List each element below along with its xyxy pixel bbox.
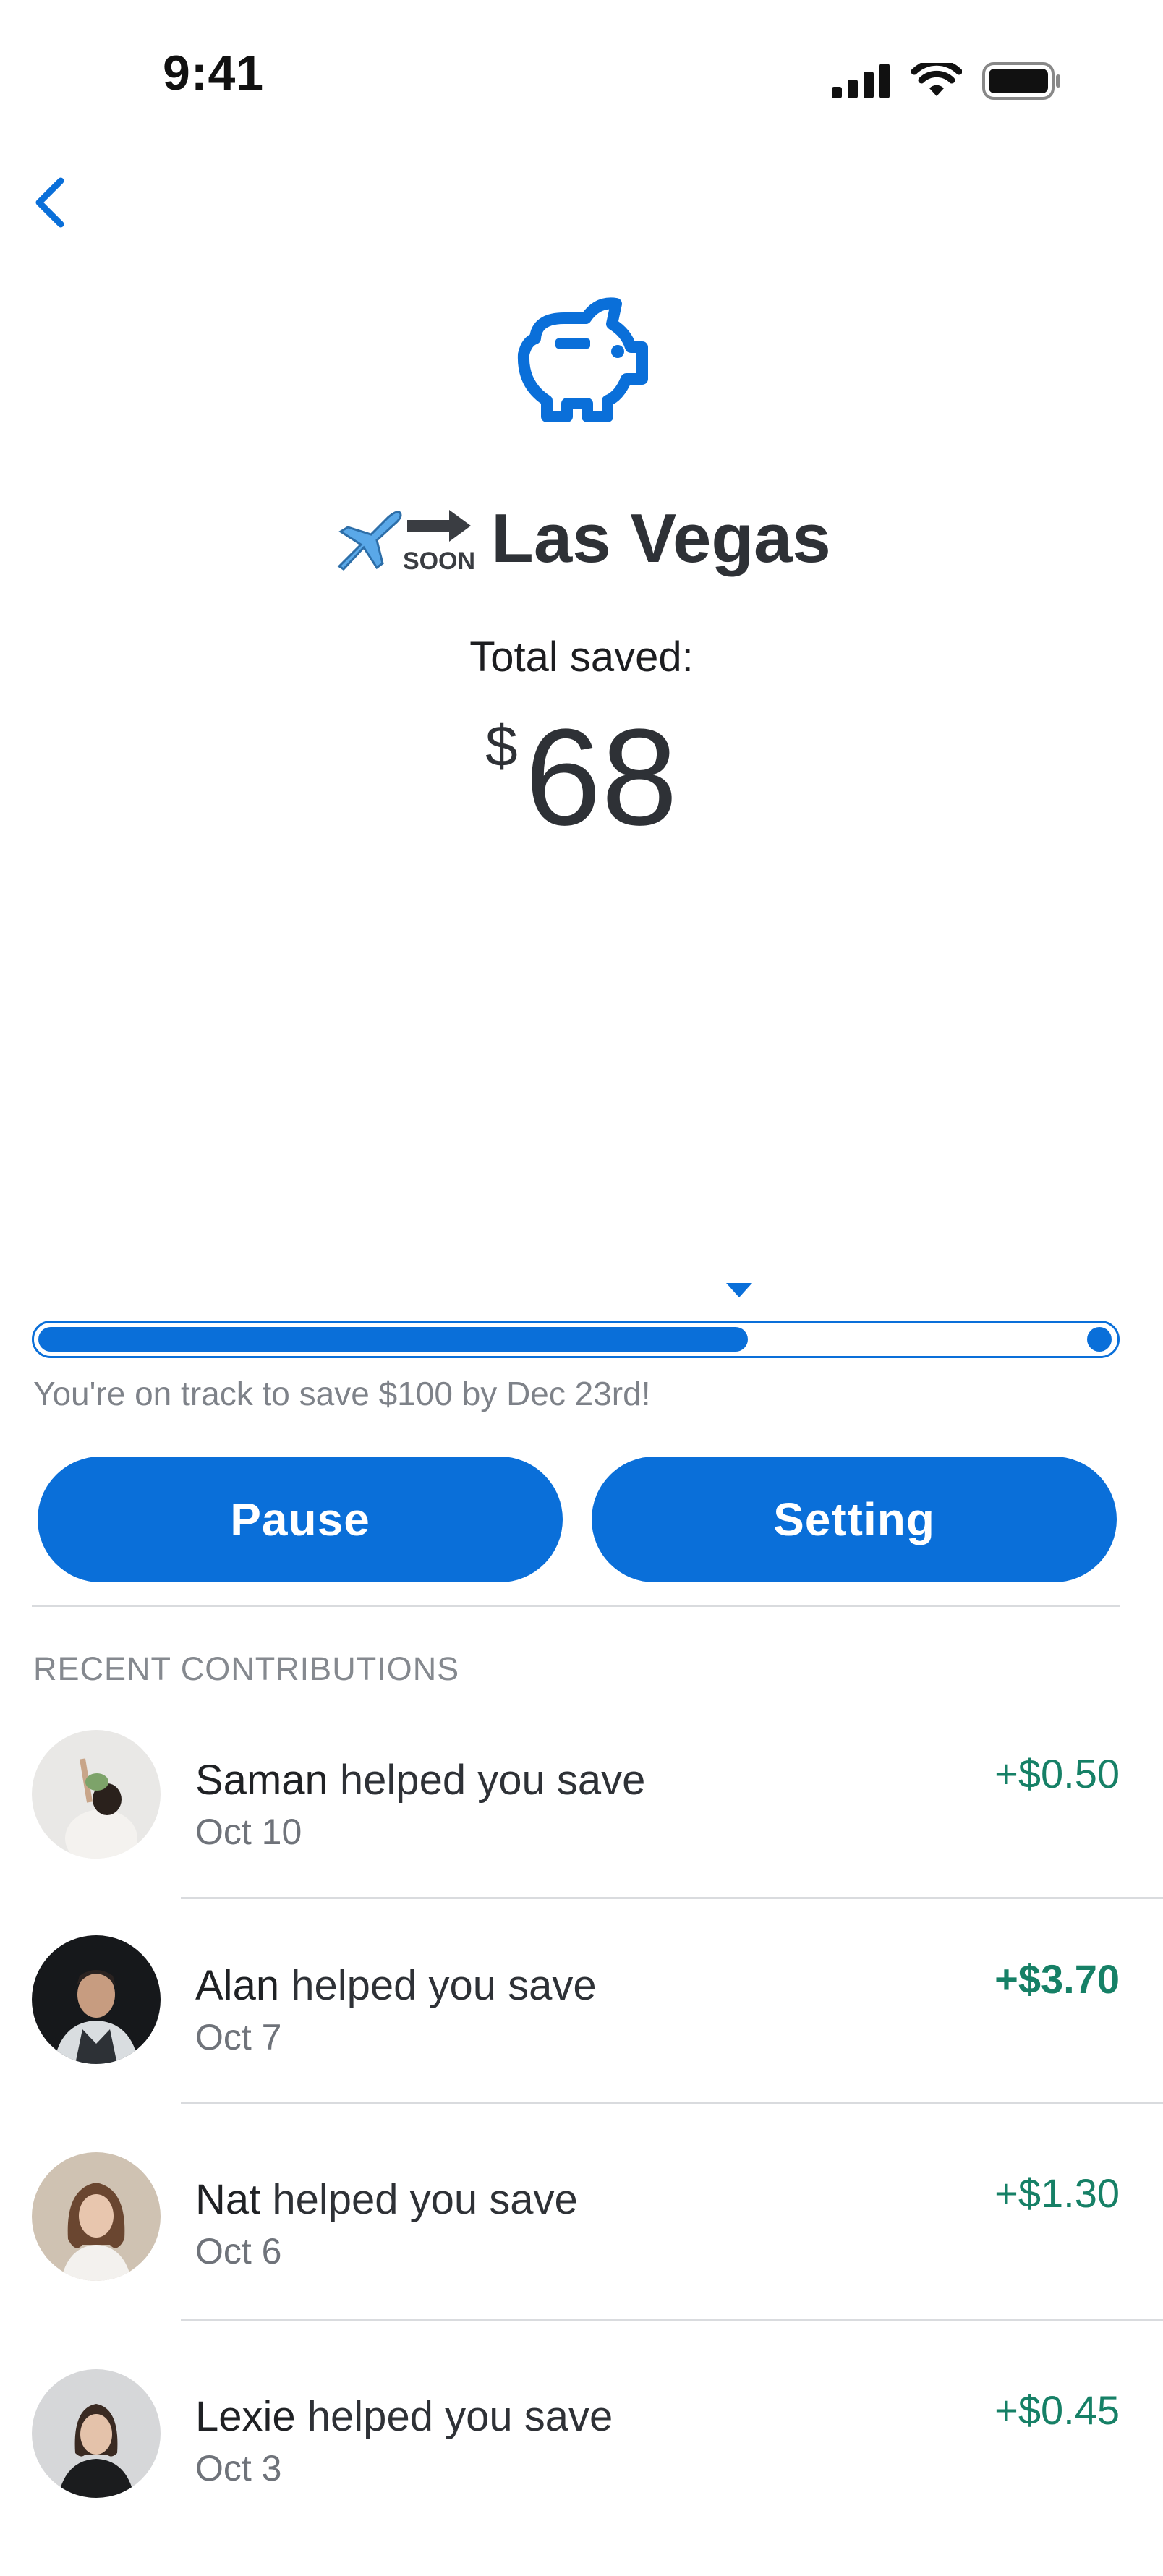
battery-icon (982, 62, 1060, 100)
contribution-date: Oct 10 (195, 1812, 302, 1852)
total-saved-amount: $ 68 (0, 709, 1163, 846)
nat-avatar (32, 2152, 161, 2281)
status-icons (832, 59, 1062, 103)
alan-avatar (32, 1935, 161, 2064)
saman-avatar (32, 1730, 161, 1859)
contribution-amount: +$0.50 (994, 1751, 1120, 1796)
contribution-date: Oct 6 (195, 2231, 282, 2272)
contribution-row[interactable]: Alan helped you save Oct 7 +$3.70 (0, 1927, 1163, 2141)
contribution-text: helped you save (339, 1757, 646, 1804)
progress-goal-dot (1087, 1327, 1112, 1352)
row-divider (181, 1897, 1163, 1899)
contribution-text: helped you save (291, 1962, 597, 2009)
back-chevron-icon[interactable] (29, 174, 72, 231)
contribution-amount: +$1.30 (994, 2170, 1120, 2216)
airplane-soon-emoji: SOON (332, 503, 474, 575)
contributor-name: Saman (195, 1757, 328, 1804)
progress-marker (726, 1283, 752, 1297)
setting-button[interactable]: Setting (592, 1457, 1117, 1582)
status-time: 9:41 (163, 46, 265, 101)
row-divider (181, 2102, 1163, 2104)
section-divider (32, 1605, 1120, 1607)
signal-icon (832, 64, 890, 98)
goal-name: Las Vegas (491, 500, 831, 577)
soon-text: SOON (404, 547, 474, 575)
contribution-row[interactable]: Lexie helped you save Oct 3 +$0.45 (0, 2362, 1163, 2576)
airplane-icon (337, 511, 402, 571)
recent-contributions-heading: RECENT CONTRIBUTIONS (33, 1650, 460, 1687)
amount-value: 68 (524, 701, 678, 854)
contribution-row[interactable]: Saman helped you save Oct 10 +$0.50 (0, 1721, 1163, 1935)
contributor-name: Alan (195, 1962, 280, 2009)
piggy-bank-icon (517, 297, 648, 422)
contribution-text: helped you save (307, 2393, 613, 2440)
contribution-date: Oct 3 (195, 2448, 282, 2488)
contribution-amount: +$0.45 (994, 2387, 1120, 2433)
total-saved-label: Total saved: (469, 634, 694, 681)
contributor-name: Lexie (195, 2393, 296, 2440)
contributor-name: Nat (195, 2176, 261, 2223)
contribution-text: helped you save (272, 2176, 578, 2223)
currency-symbol: $ (485, 714, 518, 778)
goal-title: SOON Las Vegas (0, 492, 1163, 586)
contribution-row[interactable]: Nat helped you save Oct 6 +$1.30 (0, 2145, 1163, 2359)
wifi-icon (911, 63, 962, 96)
savings-progress-bar (32, 1321, 1120, 1358)
progress-fill (38, 1327, 748, 1352)
contribution-date: Oct 7 (195, 2017, 282, 2057)
soon-arrow-icon: SOON (404, 510, 474, 575)
lexie-avatar (32, 2369, 161, 2498)
progress-message: You're on track to save $100 by Dec 23rd… (33, 1375, 651, 1412)
contribution-amount: +$3.70 (994, 1956, 1120, 2002)
pause-button[interactable]: Pause (38, 1457, 563, 1582)
row-divider (181, 2319, 1163, 2321)
